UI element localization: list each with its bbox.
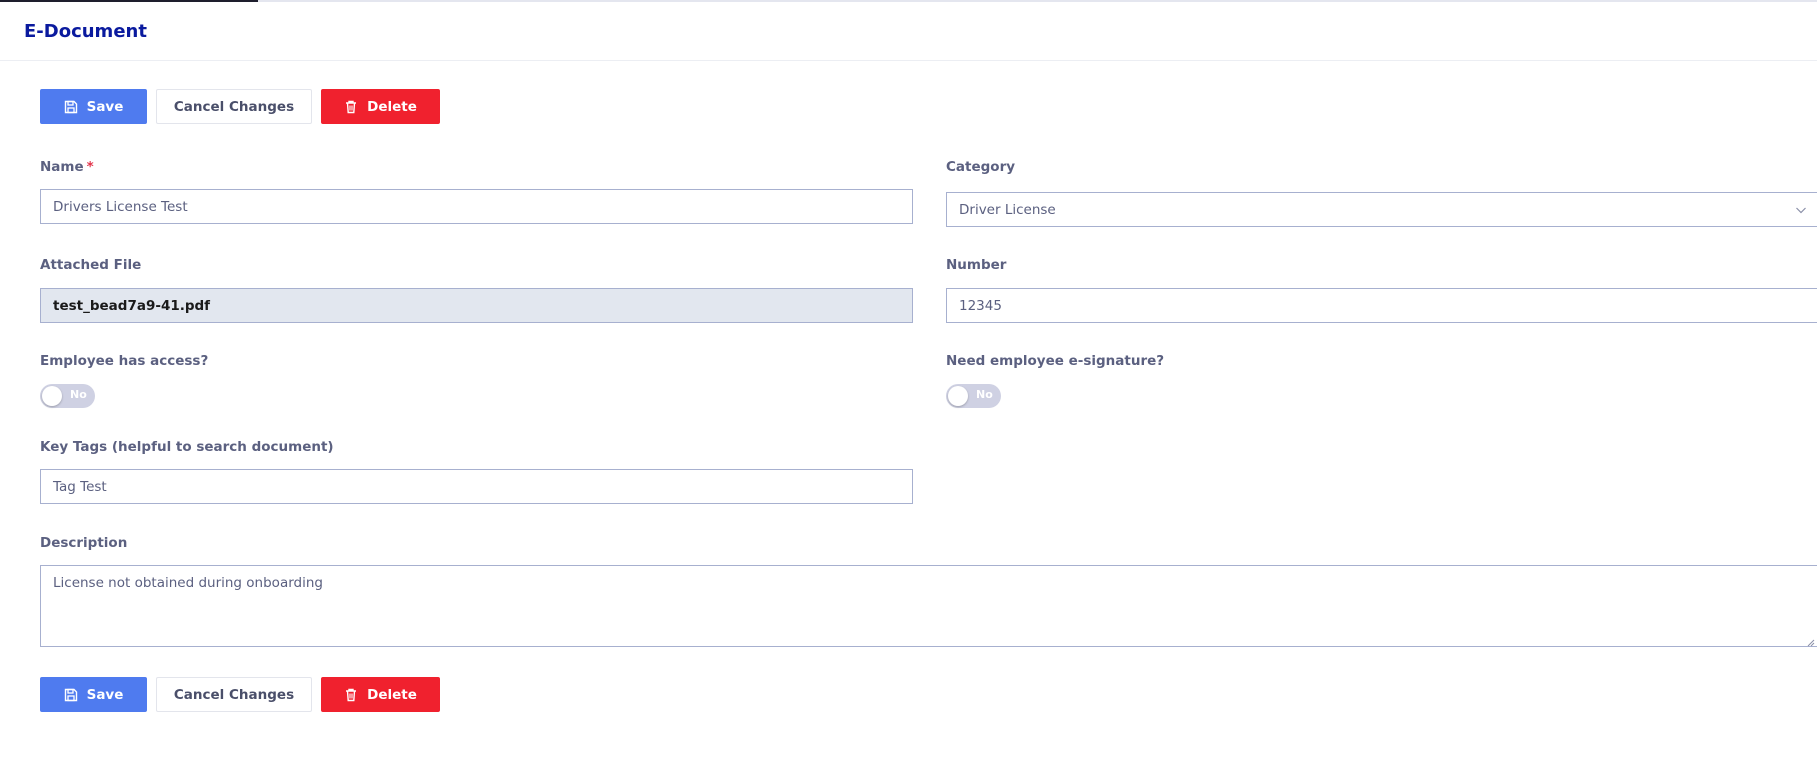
key-tags-input-value: Tag Test <box>53 478 107 495</box>
description-value: License not obtained during onboarding <box>53 575 323 591</box>
cancel-changes-label: Cancel Changes <box>173 686 295 703</box>
e-signature-label: Need employee e-signature? <box>946 353 1165 369</box>
category-select[interactable]: Driver License <box>946 192 1817 227</box>
floppy-disk-icon <box>64 688 78 702</box>
delete-button-label: Delete <box>367 98 417 115</box>
save-button-label: Save <box>86 98 124 115</box>
name-label: Name * <box>40 159 94 175</box>
number-label: Number <box>946 257 1007 273</box>
number-input-value: 12345 <box>959 297 1002 314</box>
name-label-text: Name <box>40 159 84 175</box>
bottom-toolbar: Save Cancel Changes Delete <box>40 677 440 712</box>
cancel-changes-button[interactable]: Cancel Changes <box>156 677 312 712</box>
employee-access-label: Employee has access? <box>40 353 209 369</box>
delete-button[interactable]: Delete <box>321 677 440 712</box>
toggle-knob <box>42 386 62 406</box>
required-asterisk: * <box>86 159 94 175</box>
cancel-changes-label: Cancel Changes <box>173 98 295 115</box>
save-button[interactable]: Save <box>40 89 147 124</box>
delete-button-label: Delete <box>367 686 417 703</box>
save-button-label: Save <box>86 686 124 703</box>
page-title: E-Document <box>24 21 147 42</box>
attached-file-value: test_bead7a9-41.pdf <box>53 297 211 314</box>
description-textarea[interactable]: License not obtained during onboarding <box>40 565 1817 647</box>
trash-icon <box>344 100 358 114</box>
toggle-state-text: No <box>70 388 87 401</box>
employee-access-toggle[interactable]: No <box>40 384 95 408</box>
trash-icon <box>344 688 358 702</box>
page-header: E-Document <box>0 2 1817 61</box>
top-toolbar: Save Cancel Changes Delete <box>40 89 440 124</box>
attached-file-label: Attached File <box>40 257 142 273</box>
toggle-state-text: No <box>976 388 993 401</box>
description-label: Description <box>40 535 128 551</box>
category-select-value: Driver License <box>959 201 1056 218</box>
number-input[interactable]: 12345 <box>946 288 1817 323</box>
cancel-changes-button[interactable]: Cancel Changes <box>156 89 312 124</box>
attached-file-field: test_bead7a9-41.pdf <box>40 288 913 323</box>
save-button[interactable]: Save <box>40 677 147 712</box>
chevron-down-icon <box>1794 203 1808 217</box>
category-label: Category <box>946 159 1016 175</box>
key-tags-input[interactable]: Tag Test <box>40 469 913 504</box>
floppy-disk-icon <box>64 100 78 114</box>
key-tags-label: Key Tags (helpful to search document) <box>40 439 334 455</box>
name-input-value: Drivers License Test <box>53 198 188 215</box>
e-signature-toggle[interactable]: No <box>946 384 1001 408</box>
toggle-knob <box>948 386 968 406</box>
delete-button[interactable]: Delete <box>321 89 440 124</box>
name-input[interactable]: Drivers License Test <box>40 189 913 224</box>
resize-handle-icon[interactable] <box>1805 635 1815 647</box>
